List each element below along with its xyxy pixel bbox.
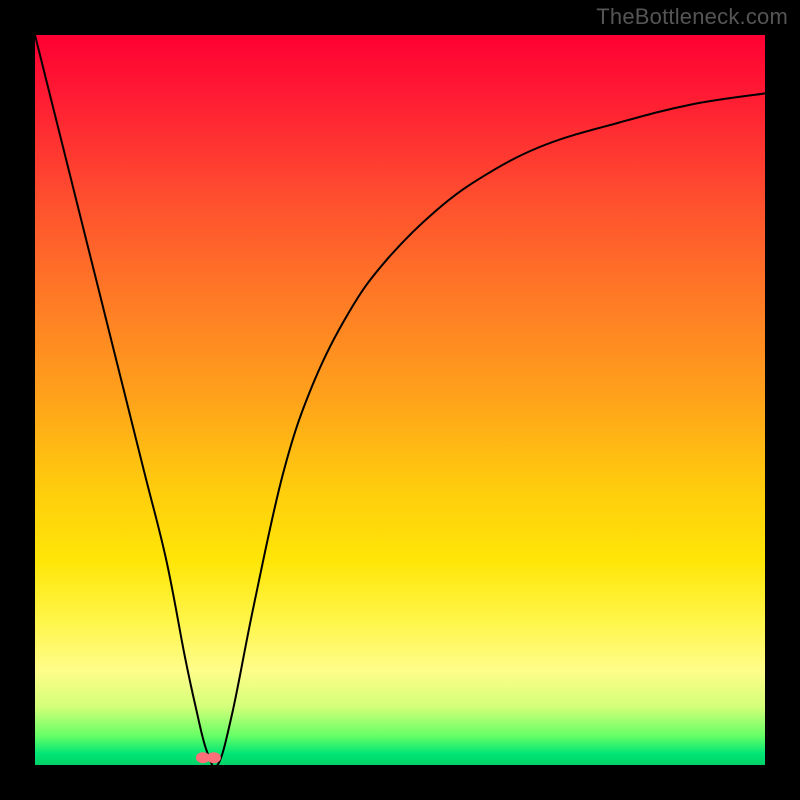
curve-layer bbox=[35, 35, 765, 765]
bottleneck-curve bbox=[35, 35, 765, 765]
watermark-text: TheBottleneck.com bbox=[596, 4, 788, 30]
min-marker-right bbox=[207, 752, 221, 763]
plot-area bbox=[35, 35, 765, 765]
chart-frame: TheBottleneck.com bbox=[0, 0, 800, 800]
